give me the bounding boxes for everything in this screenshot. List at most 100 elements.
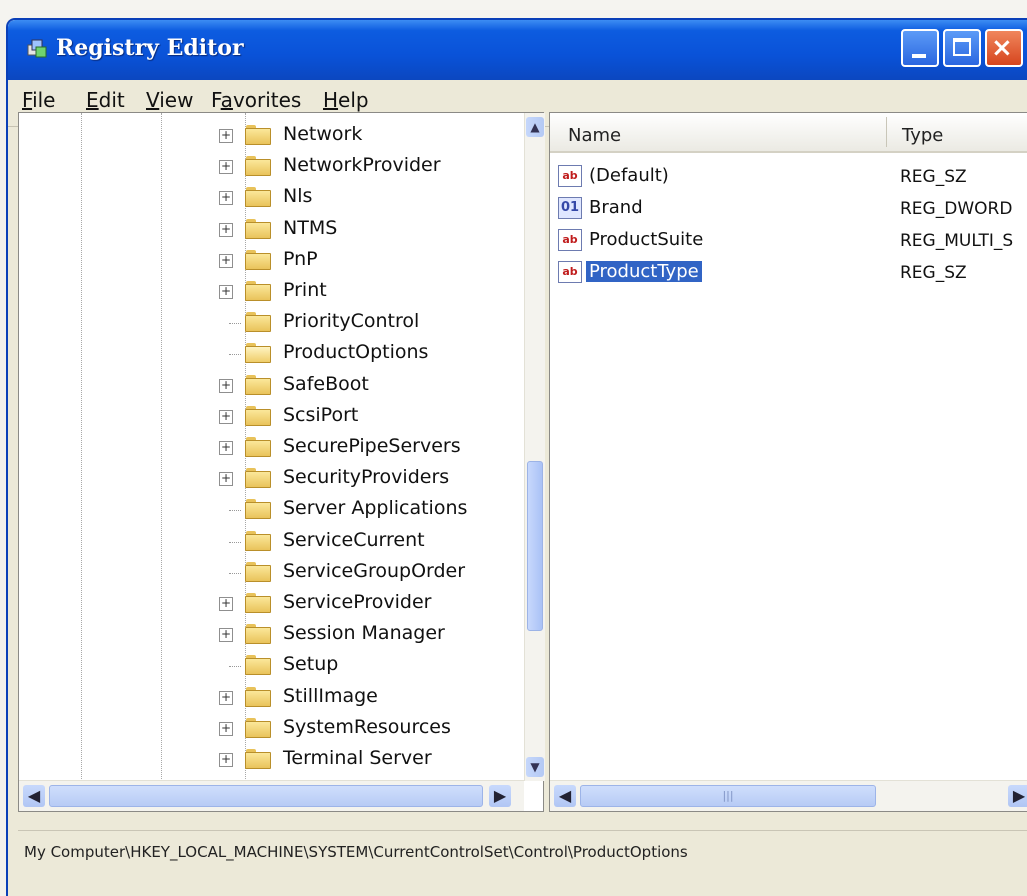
folder-icon [245, 312, 271, 332]
list-horizontal-scrollbar[interactable]: ◀ ||| ▶ [550, 780, 1027, 811]
value-name[interactable]: ProductSuite [586, 229, 706, 250]
tree-item-label[interactable]: Network [283, 123, 362, 145]
list-hscroll-thumb[interactable]: ||| [580, 785, 876, 807]
tree-item-label[interactable]: Nls [283, 185, 312, 207]
list-scroll-left-button[interactable]: ◀ [554, 785, 576, 807]
tree-item-label[interactable]: SafeBoot [283, 373, 369, 395]
menu-file[interactable]: File [22, 88, 55, 112]
tree-item-label[interactable]: Server Applications [283, 497, 467, 519]
tree-expander-icon[interactable]: + [219, 753, 233, 767]
tree-expander-icon[interactable]: + [219, 628, 233, 642]
menu-view[interactable]: View [146, 88, 193, 112]
menu-favorites-accel: a [220, 88, 233, 112]
tree-expander-icon[interactable]: + [219, 285, 233, 299]
tree-expander-icon[interactable]: + [219, 129, 233, 143]
tree-connector [229, 354, 241, 355]
tree-expander-icon[interactable]: + [219, 223, 233, 237]
tree-expander-icon[interactable]: + [219, 410, 233, 424]
tree-connector [229, 323, 241, 324]
scroll-up-button[interactable]: ▲ [526, 117, 544, 137]
title-bar[interactable]: Registry Editor × [8, 20, 1027, 80]
status-bar: My Computer\HKEY_LOCAL_MACHINE\SYSTEM\Cu… [18, 830, 1027, 879]
list-item[interactable]: 01 Brand REG_DWORD [558, 195, 1027, 225]
values-list-pane[interactable]: Name Type ab (Default) REG_SZ 01 Brand REG_DW… [549, 112, 1027, 812]
tree-item-label[interactable]: StillImage [283, 685, 378, 707]
scroll-left-button[interactable]: ◀ [23, 785, 45, 807]
folder-icon [245, 437, 271, 457]
tree-expander-icon[interactable]: + [219, 597, 233, 611]
tree-vscroll-thumb[interactable] [527, 461, 543, 631]
list-header: Name Type [550, 113, 1027, 153]
tree-item-label[interactable]: NetworkProvider [283, 154, 441, 176]
folder-icon [245, 468, 271, 488]
scroll-up-icon: ▲ [530, 120, 540, 134]
tree-expander-icon[interactable]: + [219, 472, 233, 486]
column-type-header[interactable]: Type [902, 125, 943, 146]
tree-expander-icon[interactable]: + [219, 722, 233, 736]
tree-expander-icon[interactable]: + [219, 379, 233, 393]
tree-item-label[interactable]: Session Manager [283, 622, 445, 644]
maximize-icon [953, 38, 971, 56]
list-item[interactable]: ab ProductSuite REG_MULTI_S [558, 227, 1027, 257]
value-type: REG_SZ [900, 263, 967, 283]
value-name[interactable]: (Default) [586, 165, 672, 186]
value-type: REG_DWORD [900, 199, 1013, 219]
tree-item-label[interactable]: ScsiPort [283, 404, 358, 426]
tree-guide-line [161, 113, 162, 811]
tree-item-label[interactable]: Terminal Server [283, 747, 432, 769]
close-icon: × [991, 33, 1013, 63]
window-title: Registry Editor [56, 35, 244, 61]
menu-edit[interactable]: Edit [86, 88, 125, 112]
tree-item-label[interactable]: Print [283, 279, 327, 301]
menu-file-accel: F [22, 88, 33, 112]
maximize-button[interactable] [943, 29, 981, 67]
tree-horizontal-scrollbar[interactable]: ◀ ▶ [19, 780, 524, 811]
status-path: My Computer\HKEY_LOCAL_MACHINE\SYSTEM\Cu… [24, 843, 688, 861]
tree-item-label[interactable]: NTMS [283, 217, 337, 239]
scroll-right-button[interactable]: ▶ [489, 785, 511, 807]
tree-connector [229, 510, 241, 511]
menu-help[interactable]: Help [323, 88, 369, 112]
tree-vertical-scrollbar[interactable]: ▲ ▼ [524, 113, 545, 781]
tree-expander-icon[interactable]: + [219, 254, 233, 268]
list-item[interactable]: ab (Default) REG_SZ [558, 163, 1027, 193]
folder-icon [245, 375, 271, 395]
folder-icon [245, 250, 271, 270]
tree-item-label[interactable]: ServiceProvider [283, 591, 431, 613]
folder-icon [245, 499, 271, 519]
menu-file-rest: ile [32, 88, 56, 112]
menu-favorites[interactable]: Favorites [211, 88, 301, 112]
tree-expander-icon[interactable]: + [219, 191, 233, 205]
tree-item-label[interactable]: ProductOptions [283, 341, 428, 363]
column-separator[interactable] [886, 117, 887, 147]
tree-item-label[interactable]: SystemResources [283, 716, 451, 738]
tree-expander-icon[interactable]: + [219, 691, 233, 705]
tree-hscroll-thumb[interactable] [49, 785, 483, 807]
tree-item-label[interactable]: SecurePipeServers [283, 435, 461, 457]
minimize-button[interactable] [901, 29, 939, 67]
tree-item-label[interactable]: ServiceCurrent [283, 529, 425, 551]
key-tree-pane[interactable]: + Network + NetworkProvider + Nls + NTMS + PnP + Pr… [18, 112, 545, 812]
tree-item-label[interactable]: SecurityProviders [283, 466, 449, 488]
close-button[interactable]: × [985, 29, 1023, 67]
string-value-icon: ab [558, 165, 582, 187]
list-item[interactable]: ab ProductType REG_SZ [558, 259, 1027, 289]
list-scroll-right-button[interactable]: ▶ [1008, 785, 1027, 807]
tree-expander-icon[interactable]: + [219, 160, 233, 174]
scroll-right-icon: ▶ [493, 786, 507, 805]
column-name-header[interactable]: Name [568, 125, 621, 146]
scroll-left-icon: ◀ [27, 786, 41, 805]
scroll-right-icon: ▶ [1012, 786, 1026, 805]
tree-item-label[interactable]: PriorityControl [283, 310, 419, 332]
tree-item-label[interactable]: ServiceGroupOrder [283, 560, 465, 582]
tree-expander-icon[interactable]: + [219, 441, 233, 455]
menu-edit-accel: E [86, 88, 99, 112]
value-name[interactable]: ProductType [586, 261, 702, 282]
tree-item-label[interactable]: Setup [283, 653, 338, 675]
menu-favorites-rest: vorites [232, 88, 302, 112]
folder-icon [245, 749, 271, 769]
value-name[interactable]: Brand [586, 197, 646, 218]
grip-icon: ||| [722, 789, 734, 802]
scroll-down-button[interactable]: ▼ [526, 757, 544, 777]
tree-item-label[interactable]: PnP [283, 248, 318, 270]
